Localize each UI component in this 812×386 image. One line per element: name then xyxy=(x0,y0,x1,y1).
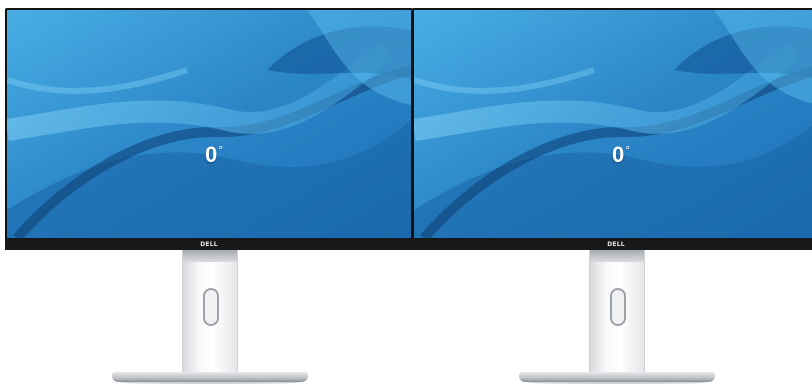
monitor-stand xyxy=(589,250,645,374)
monitor-screen: 0° xyxy=(7,10,411,238)
monitor-chin: DELL xyxy=(5,238,413,250)
wallpaper-swirl xyxy=(414,10,812,238)
monitor-base xyxy=(519,372,715,382)
stand-neck-top xyxy=(183,250,237,262)
cable-management-slot xyxy=(610,288,626,326)
monitor-chin: DELL xyxy=(412,238,812,250)
stand-neck-top xyxy=(590,250,644,262)
dell-logo: DELL xyxy=(200,241,218,248)
monitor-bezel: 0° DELL xyxy=(5,8,413,250)
monitor-bezel: 0° DELL xyxy=(412,8,812,250)
monitor-right: 0° DELL xyxy=(412,0,812,386)
dual-monitor-scene: 0° DELL 0° DELL xyxy=(0,0,812,386)
monitor-left: 0° DELL xyxy=(5,0,413,386)
wallpaper-swirl xyxy=(7,10,411,238)
monitor-base xyxy=(112,372,308,382)
tilt-angle-label: 0° xyxy=(612,142,631,167)
monitor-screen: 0° xyxy=(414,10,812,238)
monitor-stand xyxy=(182,250,238,374)
cable-management-slot xyxy=(203,288,219,326)
dell-logo: DELL xyxy=(607,241,625,248)
tilt-angle-label: 0° xyxy=(205,142,224,167)
